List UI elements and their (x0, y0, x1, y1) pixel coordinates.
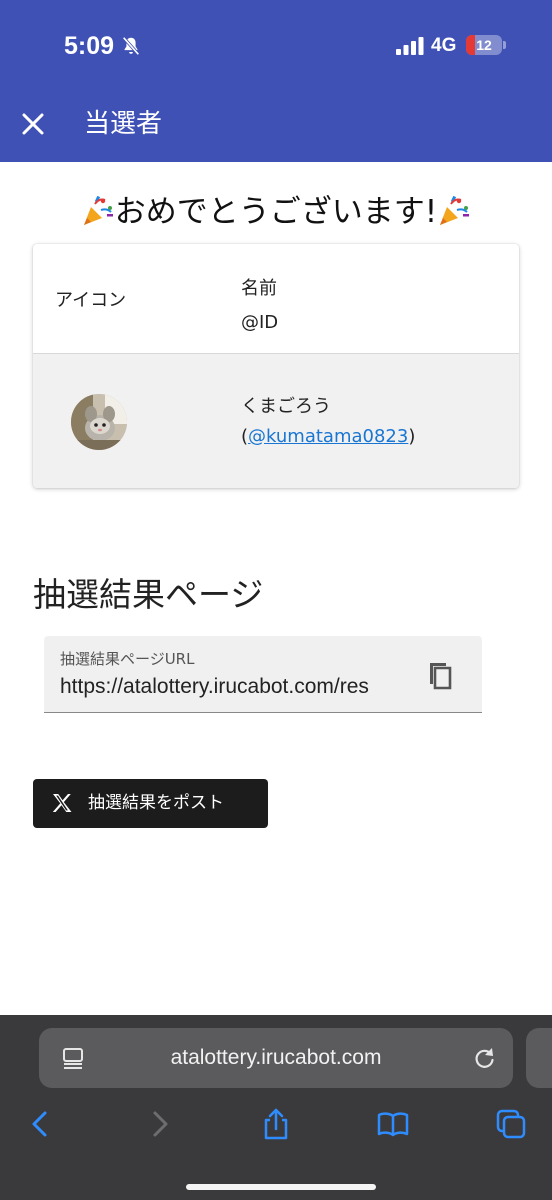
signal-icon (396, 37, 424, 55)
column-header-id-label: @ID (241, 312, 279, 333)
winner-info: くまごろう (@kumatama0823) (241, 392, 415, 452)
network-type: 4G (431, 35, 457, 56)
winner-id: (@kumatama0823) (241, 422, 415, 452)
table-header: アイコン 名前 @ID (33, 244, 519, 354)
avatar-image (71, 394, 127, 450)
post-result-button[interactable]: 抽選結果をポスト (33, 779, 268, 828)
winner-id-open: ( (241, 426, 249, 447)
result-url-field[interactable]: 抽選結果ページURL (44, 636, 482, 713)
next-tab-preview[interactable] (526, 1028, 552, 1088)
reload-icon[interactable] (471, 1045, 497, 1071)
winner-id-link[interactable]: @kumatama0823 (248, 426, 408, 447)
address-text: atalottery.irucabot.com (170, 1046, 382, 1069)
page-title: 当選者 (84, 109, 163, 139)
winner-id-close: ) (408, 426, 416, 447)
battery-percent: 12 (476, 37, 492, 53)
battery-icon: 12 (466, 35, 502, 55)
address-bar[interactable]: atalottery.irucabot.com (39, 1028, 513, 1088)
app-header: 5:09 4G 12 当選者 (0, 0, 552, 162)
result-url-input[interactable] (60, 672, 400, 702)
browser-toolbar: atalottery.irucabot.com (0, 1015, 552, 1200)
column-header-name: 名前 @ID (241, 272, 278, 340)
winner-name: くまごろう (241, 396, 331, 417)
post-result-label: 抽選結果をポスト (88, 793, 224, 813)
result-url-label: 抽選結果ページURL (60, 650, 195, 668)
x-logo-icon (52, 794, 72, 812)
tabs-icon[interactable] (494, 1107, 528, 1141)
status-time: 5:09 (64, 32, 115, 60)
party-popper-icon (83, 195, 113, 225)
back-icon[interactable] (24, 1107, 58, 1141)
table-row: くまごろう (@kumatama0823) (33, 354, 519, 488)
home-indicator (186, 1184, 376, 1190)
avatar (71, 394, 127, 450)
column-header-name-label: 名前 (241, 278, 277, 299)
status-bar: 5:09 4G 12 (0, 0, 552, 90)
share-icon[interactable] (259, 1107, 293, 1141)
bookmarks-icon[interactable] (376, 1107, 410, 1141)
section-title: 抽選結果ページ (33, 575, 264, 614)
close-icon[interactable] (16, 104, 50, 144)
forward-icon[interactable] (142, 1107, 176, 1141)
copy-icon[interactable] (420, 654, 460, 694)
column-header-icon: アイコン (55, 290, 127, 311)
battery-nub (503, 41, 506, 49)
bell-muted-icon (122, 36, 140, 56)
party-popper-icon (440, 195, 470, 225)
congrats-text: おめでとうございます! (114, 194, 438, 230)
congrats-message: おめでとうございます! (0, 190, 552, 234)
winner-table: アイコン 名前 @ID くまごろう (@kumatama0823) (33, 244, 519, 488)
